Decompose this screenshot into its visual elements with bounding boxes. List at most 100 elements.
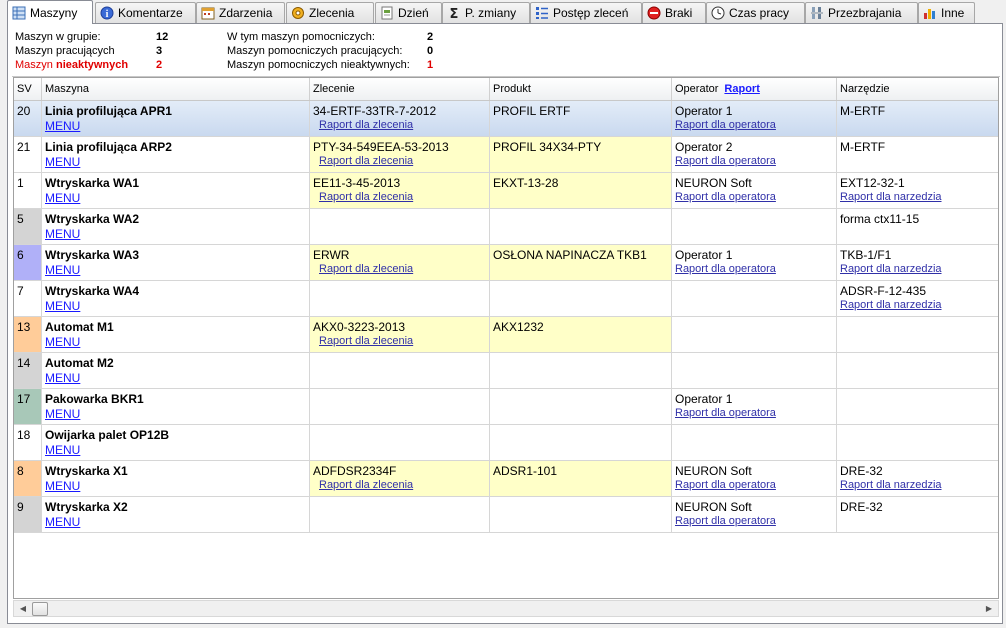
order-report-link[interactable]: Raport dla zlecenia: [313, 335, 486, 347]
col-order-header[interactable]: Zlecenie: [310, 78, 490, 100]
summary-groups-label: Maszyn w grupie:: [15, 31, 101, 43]
operator-report-link[interactable]: Raport dla operatora: [675, 407, 833, 419]
tool-report-link[interactable]: Raport dla narzedzia: [840, 263, 995, 275]
table-row[interactable]: 21 Linia profilująca ARP2 MENU PTY-34-549EE…: [14, 137, 998, 173]
gear-icon: [291, 6, 305, 20]
table-row[interactable]: 1 Wtryskarka WA1 MENU EE11-3-45-2013 Raport …: [14, 173, 998, 209]
tool-name: M-ERTF: [840, 140, 886, 154]
product-name: PROFIL ERTF: [493, 104, 571, 118]
col-operator-header[interactable]: Operator Raport: [672, 78, 837, 100]
machine-menu-link[interactable]: MENU: [45, 443, 80, 458]
scroll-left-icon[interactable]: ◀: [15, 602, 31, 616]
summary-inactive-prefix: Maszyn: [15, 59, 53, 71]
operator-report-link[interactable]: Raport dla operatora: [675, 479, 833, 491]
tab-czas-pracy[interactable]: Czas pracy: [706, 2, 805, 23]
tool-cell: DRE-32: [837, 497, 998, 532]
machine-name: Wtryskarka WA4: [45, 284, 140, 298]
summary-working-label: Maszyn pracujących: [15, 45, 115, 57]
tool-report-link[interactable]: Raport dla narzedzia: [840, 299, 995, 311]
machine-menu-link[interactable]: MENU: [45, 119, 80, 134]
table-row[interactable]: 18 Owijarka palet OP12B MENU: [14, 425, 998, 461]
tool-cell: M-ERTF: [837, 101, 998, 136]
tab-dzień[interactable]: Dzień: [375, 2, 442, 23]
table-row[interactable]: 6 Wtryskarka WA3 MENU ERWR Raport dla zlecen…: [14, 245, 998, 281]
tab-komentarze[interactable]: i Komentarze: [95, 2, 196, 23]
operator-report-link[interactable]: Raport: [724, 83, 759, 95]
order-cell: [310, 353, 490, 388]
machine-menu-link[interactable]: MENU: [45, 191, 80, 206]
sv-cell: 20: [14, 101, 42, 136]
tab-braki[interactable]: Braki: [642, 2, 706, 23]
machine-menu-link[interactable]: MENU: [45, 407, 80, 422]
tab-label: Zlecenia: [309, 6, 355, 20]
chart-icon: [923, 6, 937, 20]
order-report-link[interactable]: Raport dla zlecenia: [313, 119, 486, 131]
machine-menu-link[interactable]: MENU: [45, 299, 80, 314]
tab-label: Dzień: [398, 6, 429, 20]
order-number: AKX0-3223-2013: [313, 320, 406, 334]
tab-p-zmiany[interactable]: Σ P. zmiany: [442, 2, 530, 23]
operator-report-link[interactable]: Raport dla operatora: [675, 191, 833, 203]
machines-table[interactable]: SV Maszyna Zlecenie Produkt Operator Rapo…: [13, 77, 999, 599]
product-cell: [490, 281, 672, 316]
table-row[interactable]: 14 Automat M2 MENU: [14, 353, 998, 389]
col-sv-header[interactable]: SV: [14, 78, 42, 100]
table-row[interactable]: 7 Wtryskarka WA4 MENU ADSR-F-12-435 Raport d…: [14, 281, 998, 317]
tab-postęp-zleceń[interactable]: Postęp zleceń: [530, 2, 642, 23]
table-row[interactable]: 8 Wtryskarka X1 MENU ADFDSR2334F Raport dla …: [14, 461, 998, 497]
table-row[interactable]: 5 Wtryskarka WA2 MENU forma ctx11-15: [14, 209, 998, 245]
tab-przezbrajania[interactable]: Przezbrajania: [805, 2, 918, 23]
horizontal-scrollbar[interactable]: ◀ ▶: [13, 600, 999, 617]
order-report-link[interactable]: Raport dla zlecenia: [313, 479, 486, 491]
machine-name: Linia profilująca ARP2: [45, 140, 172, 154]
tab-label: Czas pracy: [729, 6, 790, 20]
tool-cell: [837, 425, 998, 460]
machine-menu-link[interactable]: MENU: [45, 263, 80, 278]
table-row[interactable]: 17 Pakowarka BKR1 MENU Operator 1 Raport dla…: [14, 389, 998, 425]
tab-label: Postęp zleceń: [553, 6, 629, 20]
tool-report-link[interactable]: Raport dla narzedzia: [840, 191, 995, 203]
stop-icon: [647, 6, 661, 20]
sv-cell: 17: [14, 389, 42, 424]
col-tool-header[interactable]: Narzędzie: [837, 78, 998, 100]
product-cell: PROFIL ERTF: [490, 101, 672, 136]
operator-report-link[interactable]: Raport dla operatora: [675, 515, 833, 527]
order-report-link[interactable]: Raport dla zlecenia: [313, 191, 486, 203]
order-report-link[interactable]: Raport dla zlecenia: [313, 155, 486, 167]
machine-menu-link[interactable]: MENU: [45, 515, 80, 530]
scroll-thumb[interactable]: [32, 602, 48, 616]
sv-cell: 7: [14, 281, 42, 316]
tool-report-link[interactable]: Raport dla narzedzia: [840, 479, 995, 491]
machine-menu-link[interactable]: MENU: [45, 335, 80, 350]
table-row[interactable]: 13 Automat M1 MENU AKX0-3223-2013 Raport dla…: [14, 317, 998, 353]
sv-cell: 21: [14, 137, 42, 172]
operator-report-link[interactable]: Raport dla operatora: [675, 263, 833, 275]
operator-report-link[interactable]: Raport dla operatora: [675, 155, 833, 167]
order-number: ERWR: [313, 248, 350, 262]
tab-zlecenia[interactable]: Zlecenia: [286, 2, 374, 23]
product-name: ADSR1-101: [493, 464, 558, 478]
table-row[interactable]: 20 Linia profilująca APR1 MENU 34-ERTF-33TR…: [14, 101, 998, 137]
order-report-link[interactable]: Raport dla zlecenia: [313, 263, 486, 275]
machine-menu-link[interactable]: MENU: [45, 371, 80, 386]
machine-menu-link[interactable]: MENU: [45, 479, 80, 494]
tab-inne[interactable]: Inne: [918, 2, 975, 23]
operator-report-link[interactable]: Raport dla operatora: [675, 119, 833, 131]
document-icon: [380, 6, 394, 20]
col-product-header[interactable]: Produkt: [490, 78, 672, 100]
tool-name: TKB-1/F1: [840, 248, 892, 262]
machine-name: Linia profilująca APR1: [45, 104, 172, 118]
machine-menu-link[interactable]: MENU: [45, 155, 80, 170]
scroll-right-icon[interactable]: ▶: [981, 602, 997, 616]
machine-cell: Wtryskarka X2 MENU: [42, 497, 310, 532]
machine-menu-link[interactable]: MENU: [45, 227, 80, 242]
machine-cell: Wtryskarka X1 MENU: [42, 461, 310, 496]
tool-cell: [837, 389, 998, 424]
order-cell: 34-ERTF-33TR-7-2012 Raport dla zlecenia: [310, 101, 490, 136]
col-machine-header[interactable]: Maszyna: [42, 78, 310, 100]
tab-zdarzenia[interactable]: Zdarzenia: [196, 2, 285, 23]
operator-cell: Operator 2 Raport dla operatora: [672, 137, 837, 172]
table-row[interactable]: 9 Wtryskarka X2 MENU NEURON Soft Raport dla …: [14, 497, 998, 533]
tool-name: forma ctx11-15: [840, 212, 920, 226]
tab-maszyny[interactable]: Maszyny: [7, 0, 93, 24]
